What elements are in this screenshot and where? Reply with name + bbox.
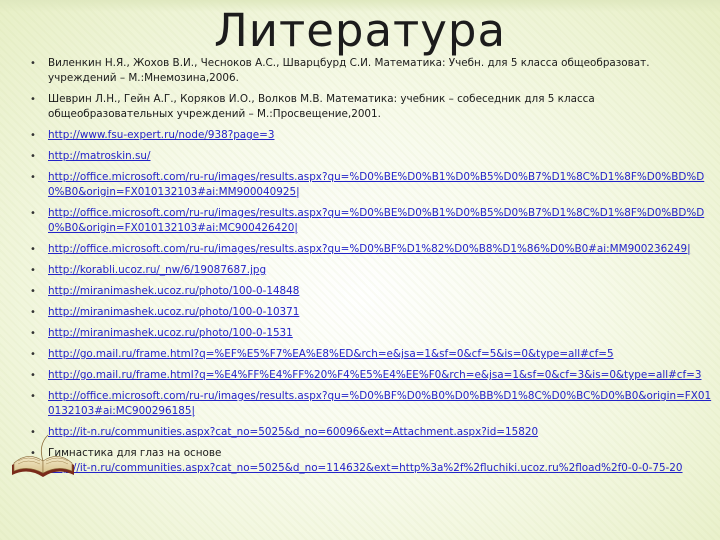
- bullet-icon: •: [30, 208, 36, 219]
- list-item: • http://office.microsoft.com/ru-ru/image…: [26, 389, 716, 419]
- reference-link[interactable]: http://it-n.ru/communities.aspx?cat_no=5…: [48, 462, 683, 474]
- reference-link[interactable]: http://korabli.ucoz.ru/_nw/6/19087687.jp…: [48, 264, 266, 276]
- bullet-icon: •: [30, 370, 36, 381]
- bullet-icon: •: [30, 328, 36, 339]
- reference-link[interactable]: http://office.microsoft.com/ru-ru/images…: [48, 207, 704, 234]
- list-item: • http://office.microsoft.com/ru-ru/image…: [26, 206, 716, 236]
- open-book-icon: [12, 434, 74, 477]
- list-item: • Гимнастика для глаз на основе http://it…: [26, 446, 716, 476]
- list-item: • http://go.mail.ru/frame.html?q=%EF%E5%F…: [26, 347, 716, 362]
- list-item: • http://matroskin.su/: [26, 149, 716, 164]
- reference-link[interactable]: http://it-n.ru/communities.aspx?cat_no=5…: [48, 426, 538, 438]
- list-item: • http://office.microsoft.com/ru-ru/image…: [26, 170, 716, 200]
- list-item: • http://www.fsu-expert.ru/node/938?page=…: [26, 128, 716, 143]
- bullet-icon: •: [30, 286, 36, 297]
- reference-link[interactable]: http://go.mail.ru/frame.html?q=%E4%FF%E4…: [48, 369, 701, 381]
- list-item: • http://office.microsoft.com/ru-ru/image…: [26, 242, 716, 257]
- list-item: • http://miranimashek.ucoz.ru/photo/100-0…: [26, 326, 716, 341]
- bullet-icon: •: [30, 172, 36, 183]
- reference-link[interactable]: http://office.microsoft.com/ru-ru/images…: [48, 243, 691, 255]
- reference-link[interactable]: http://miranimashek.ucoz.ru/photo/100-0-…: [48, 327, 293, 339]
- reference-link[interactable]: http://miranimashek.ucoz.ru/photo/100-0-…: [48, 306, 299, 318]
- slide-title: Литература: [213, 4, 507, 57]
- reference-list: • Виленкин Н.Я., Жохов В.И., Чесноков А.С…: [26, 56, 716, 482]
- reference-link[interactable]: http://www.fsu-expert.ru/node/938?page=3: [48, 129, 274, 141]
- reference-link[interactable]: http://office.microsoft.com/ru-ru/images…: [48, 171, 704, 198]
- reference-link[interactable]: http://office.microsoft.com/ru-ru/images…: [48, 390, 711, 417]
- list-item: • http://miranimashek.ucoz.ru/photo/100-0…: [26, 284, 716, 299]
- reference-text: Виленкин Н.Я., Жохов В.И., Чесноков А.С.…: [48, 57, 650, 84]
- reference-text: Шеврин Л.Н., Гейн А.Г., Коряков И.О., Во…: [48, 93, 595, 120]
- list-item: • Виленкин Н.Я., Жохов В.И., Чесноков А.С…: [26, 56, 716, 86]
- list-item: • http://korabli.ucoz.ru/_nw/6/19087687.j…: [26, 263, 716, 278]
- reference-link[interactable]: http://matroskin.su/: [48, 150, 151, 162]
- list-item: • http://go.mail.ru/frame.html?q=%E4%FF%E…: [26, 368, 716, 383]
- list-item: • Шеврин Л.Н., Гейн А.Г., Коряков И.О., В…: [26, 92, 716, 122]
- bullet-icon: •: [30, 307, 36, 318]
- bullet-icon: •: [30, 58, 36, 69]
- reference-link[interactable]: http://miranimashek.ucoz.ru/photo/100-0-…: [48, 285, 299, 297]
- bullet-icon: •: [30, 349, 36, 360]
- bullet-icon: •: [30, 265, 36, 276]
- list-item: • http://miranimashek.ucoz.ru/photo/100-0…: [26, 305, 716, 320]
- bullet-icon: •: [30, 94, 36, 105]
- bullet-icon: •: [30, 244, 36, 255]
- bullet-icon: •: [30, 391, 36, 402]
- bullet-icon: •: [30, 130, 36, 141]
- bullet-icon: •: [30, 151, 36, 162]
- list-item: • http://it-n.ru/communities.aspx?cat_no=…: [26, 425, 716, 440]
- reference-link[interactable]: http://go.mail.ru/frame.html?q=%EF%E5%F7…: [48, 348, 614, 360]
